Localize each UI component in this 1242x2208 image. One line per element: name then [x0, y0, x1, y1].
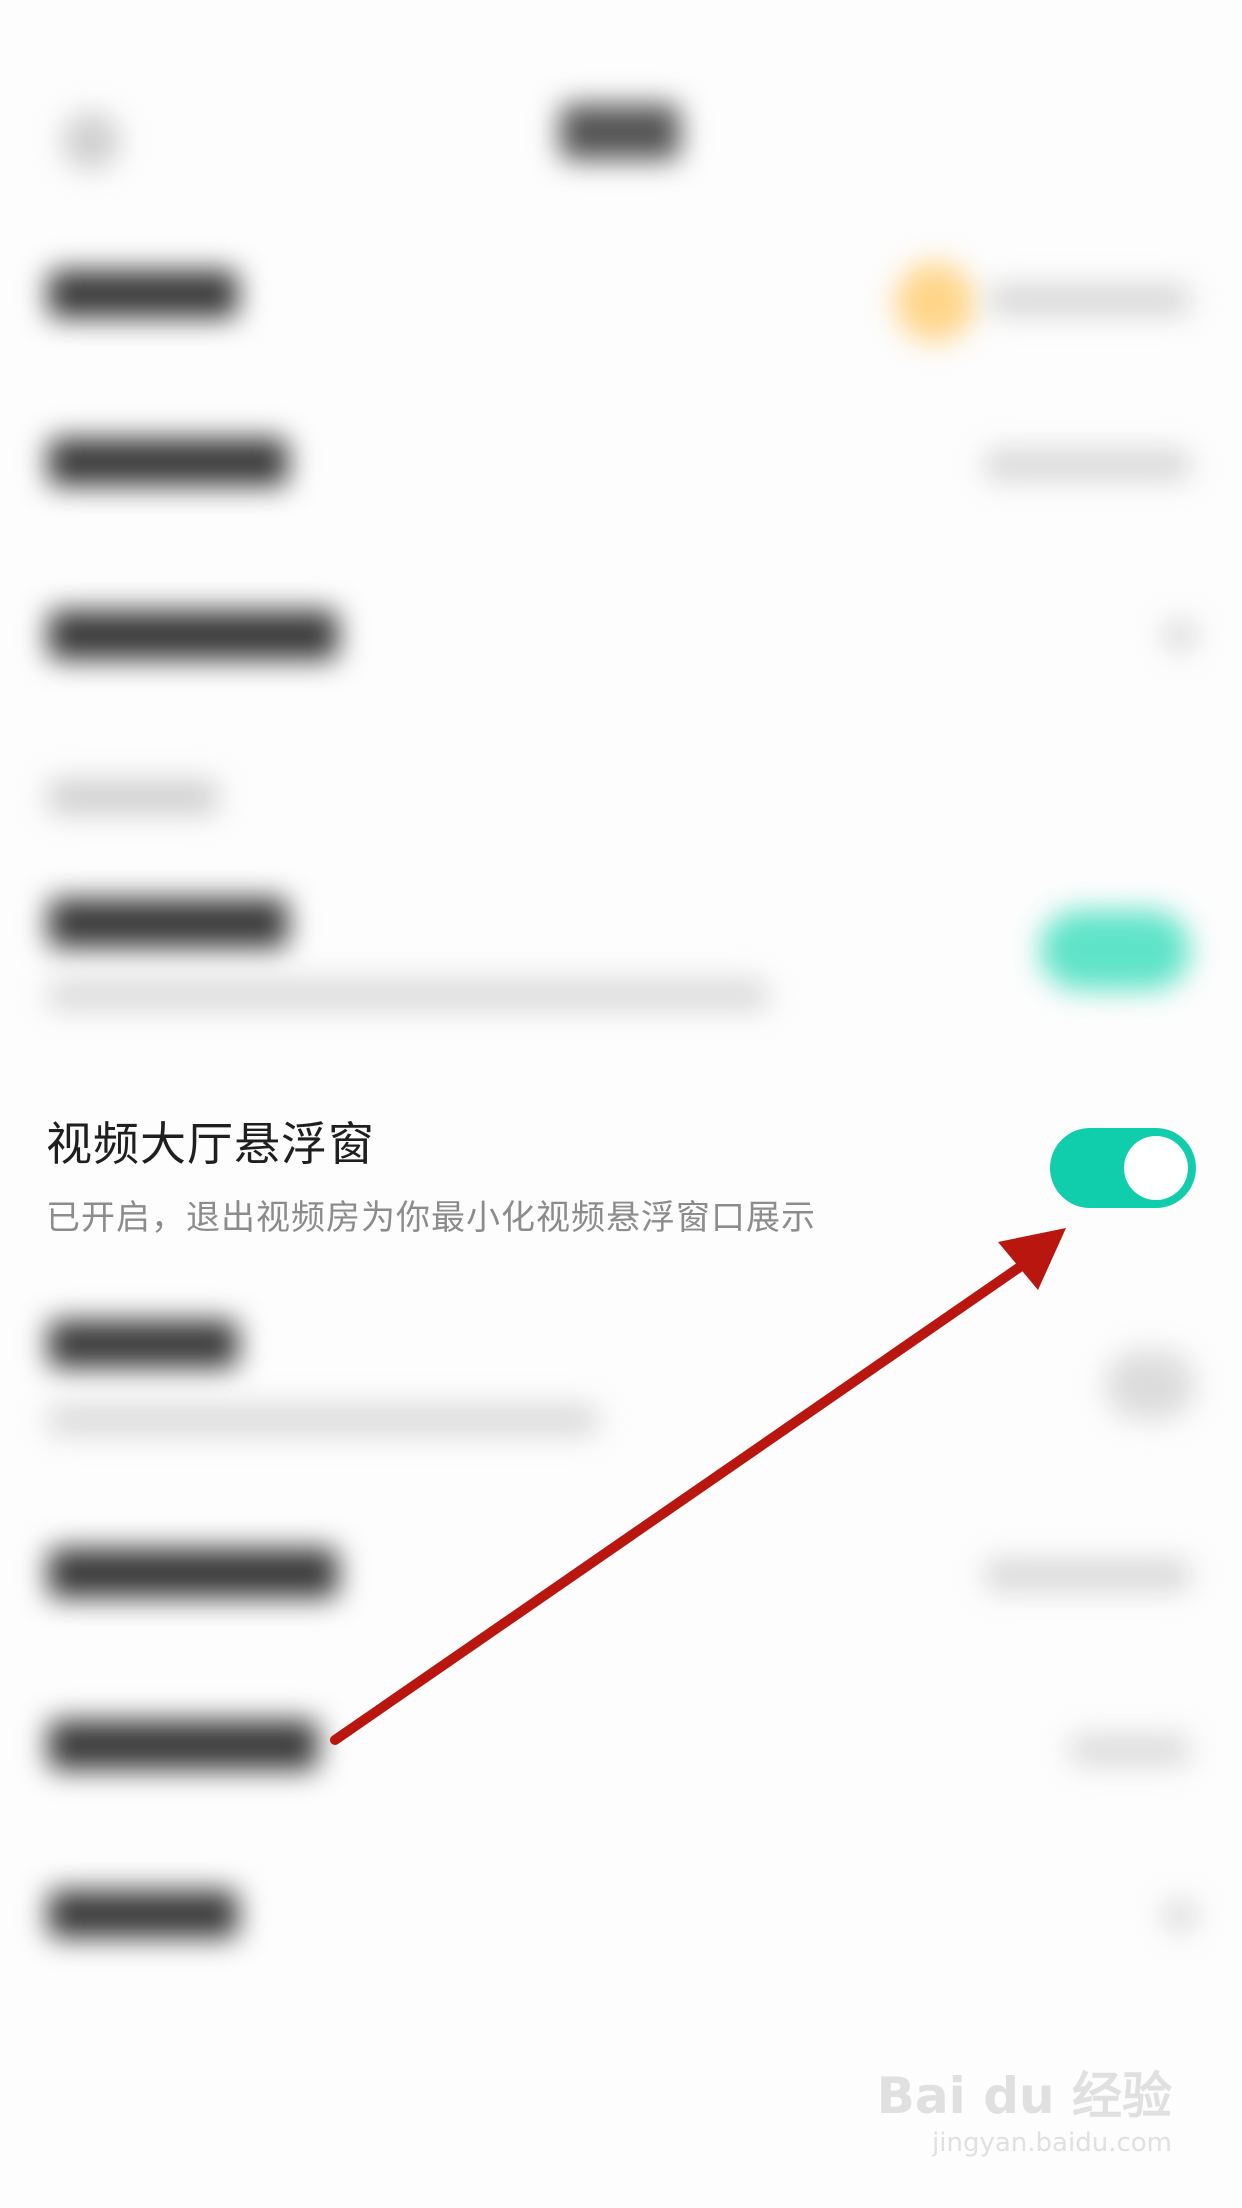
watermark-url: jingyan.baidu.com	[932, 2128, 1172, 2158]
arrow-shaft	[330, 1255, 1035, 1745]
baidu-watermark: Bai du 经验 jingyan.baidu.com	[877, 2056, 1172, 2158]
watermark-logo: Bai du 经验	[876, 2067, 1172, 2125]
annotation-arrow	[330, 1228, 1066, 1745]
